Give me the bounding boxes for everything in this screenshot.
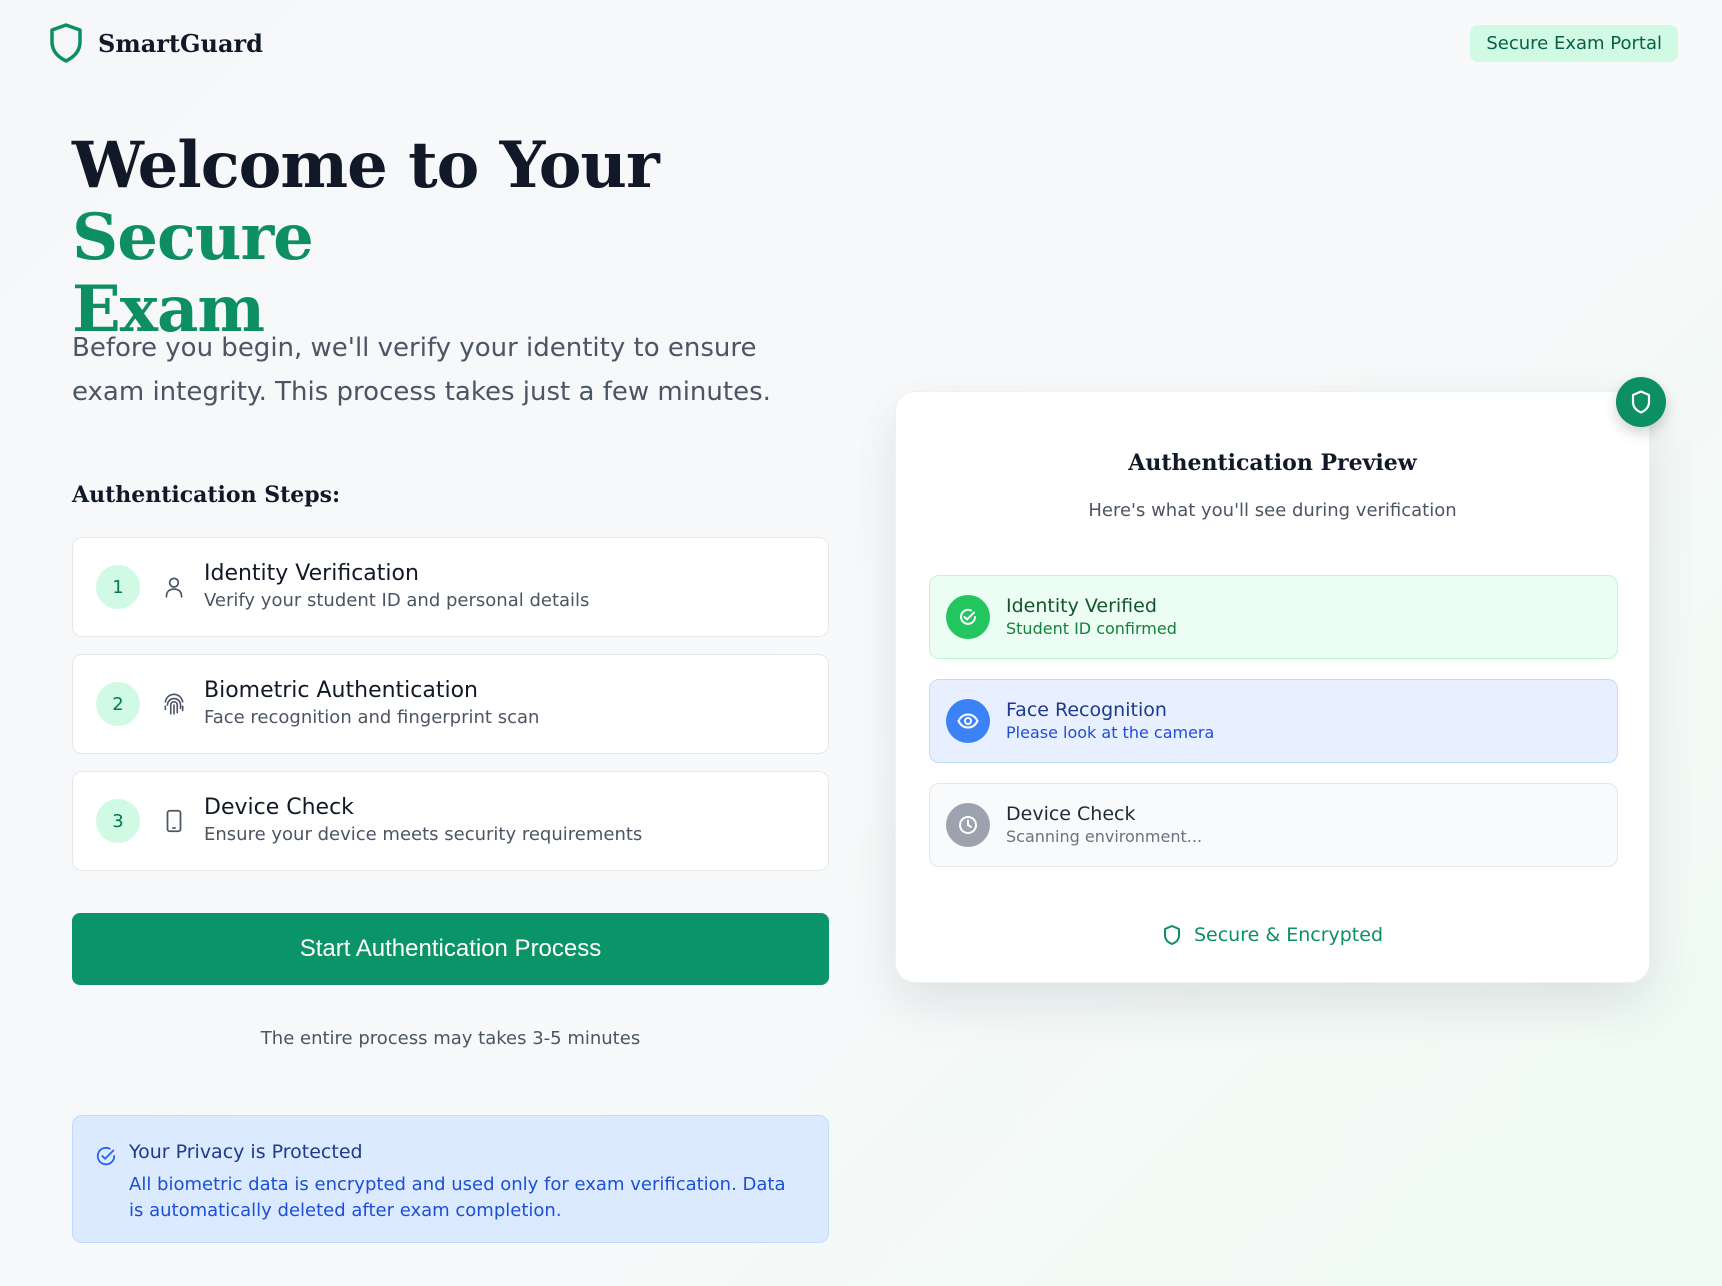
status-subtitle: Please look at the camera xyxy=(1006,723,1215,742)
step-subtitle: Face recognition and fingerprint scan xyxy=(204,707,540,728)
status-face-recognition: Face Recognition Please look at the came… xyxy=(929,679,1618,763)
step-number: 1 xyxy=(96,565,140,609)
title-accent: Secure xyxy=(72,200,314,275)
process-duration-note: The entire process may takes 3-5 minutes xyxy=(260,1028,641,1049)
shield-icon xyxy=(1163,925,1180,945)
preview-title: Authentication Preview xyxy=(1128,450,1417,476)
user-icon xyxy=(160,573,188,601)
fingerprint-icon xyxy=(160,690,188,718)
step-title: Identity Verification xyxy=(204,561,419,586)
check-circle-icon xyxy=(946,595,990,639)
status-title: Device Check xyxy=(1006,803,1136,825)
status-subtitle: Scanning environment... xyxy=(1006,827,1203,846)
step-title: Device Check xyxy=(204,795,354,820)
step-card-identity: 1 Identity Verification Verify your stud… xyxy=(72,537,829,637)
check-circle-icon xyxy=(96,1146,116,1166)
step-subtitle: Ensure your device meets security requir… xyxy=(204,824,643,845)
clock-icon xyxy=(946,803,990,847)
title-part: Welcome to Your xyxy=(72,128,660,203)
brand-logo[interactable]: SmartGuard xyxy=(48,22,263,64)
privacy-notice: Your Privacy is Protected All biometric … xyxy=(72,1115,829,1243)
status-identity-verified: Identity Verified Student ID confirmed xyxy=(929,575,1618,659)
secure-encrypted-text: Secure & Encrypted xyxy=(1193,924,1384,946)
secure-encrypted-label: Secure & Encrypted xyxy=(896,924,1649,946)
brand-name: SmartGuard xyxy=(98,28,263,58)
eye-icon xyxy=(946,699,990,743)
step-card-device: 3 Device Check Ensure your device meets … xyxy=(72,771,829,871)
page-description: Before you begin, we'll verify your iden… xyxy=(72,333,771,407)
status-device-check: Device Check Scanning environment... xyxy=(929,783,1618,867)
step-subtitle: Verify your student ID and personal deta… xyxy=(204,590,590,611)
step-number: 2 xyxy=(96,682,140,726)
device-icon xyxy=(160,807,188,835)
shield-logo-icon xyxy=(50,23,82,63)
start-authentication-button[interactable]: Start Authentication Process xyxy=(72,913,829,985)
step-number: 3 xyxy=(96,799,140,843)
shield-badge-icon xyxy=(1616,377,1666,427)
status-subtitle: Student ID confirmed xyxy=(1006,619,1177,638)
steps-heading: Authentication Steps: xyxy=(72,482,341,508)
privacy-title: Your Privacy is Protected xyxy=(129,1141,363,1163)
page-title: Welcome to Your Secure Exam xyxy=(72,130,792,346)
preview-subtitle: Here's what you'll see during verificati… xyxy=(1088,500,1457,521)
step-card-biometric: 2 Biometric Authentication Face recognit… xyxy=(72,654,829,754)
status-title: Face Recognition xyxy=(1006,699,1167,721)
authentication-preview-card: Authentication Preview Here's what you'l… xyxy=(895,391,1650,983)
privacy-text: All biometric data is encrypted and used… xyxy=(129,1174,786,1221)
status-title: Identity Verified xyxy=(1006,595,1157,617)
step-title: Biometric Authentication xyxy=(204,678,479,703)
portal-badge: Secure Exam Portal xyxy=(1470,25,1678,62)
